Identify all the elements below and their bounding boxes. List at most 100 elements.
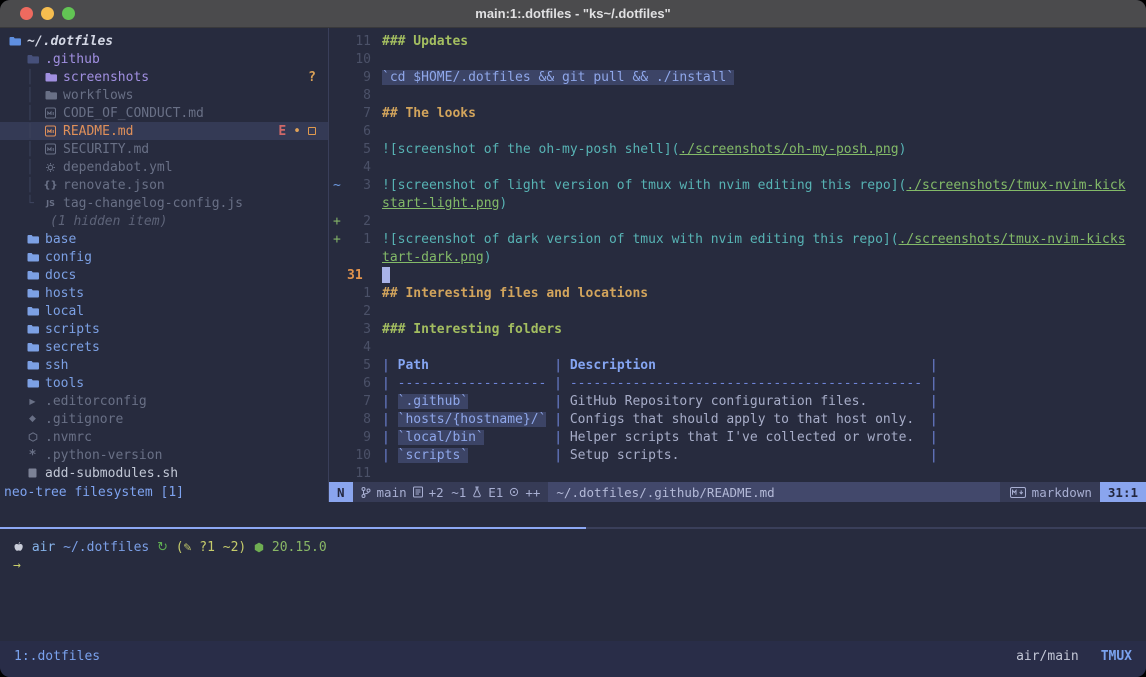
editor-buffer[interactable]: 11### Updates109`cd $HOME/.dotfiles && g… <box>329 28 1146 482</box>
tree-item-.editorconfig[interactable]: ▶.editorconfig <box>0 392 328 410</box>
folder-icon <box>44 90 57 100</box>
tree-item-label: README.md <box>63 124 133 139</box>
prompt-cwd: ~/.dotfiles <box>63 540 157 555</box>
filetype-label: markdown <box>1032 485 1092 500</box>
editor-line[interactable]: 5![screenshot of the oh-my-posh shell](.… <box>329 140 1146 158</box>
editor-line[interactable]: 9| `local/bin` | Helper scripts that I'v… <box>329 428 1146 446</box>
gutter-sign: ~ <box>329 178 345 193</box>
editor-line[interactable]: 3### Interesting folders <box>329 320 1146 338</box>
line-number: 3 <box>345 322 371 337</box>
folder-icon <box>26 252 39 262</box>
git-untracked-icon: ? <box>308 70 316 85</box>
tree-item-secrets[interactable]: secrets <box>0 338 328 356</box>
tree-item-.python-version[interactable]: *.python-version <box>0 446 328 464</box>
tree-item-ssh[interactable]: ssh <box>0 356 328 374</box>
git-refresh-icon: ↻ <box>157 540 168 555</box>
line-text: ## The looks <box>382 106 476 121</box>
indent-guide: │ <box>26 178 44 193</box>
tree-item-hosts[interactable]: hosts <box>0 284 328 302</box>
shell-pane[interactable]: air ~/.dotfiles ↻ (✎ ?1 ~2) 20.15.0 → <box>0 529 1146 641</box>
editor-line[interactable]: +2 <box>329 212 1146 230</box>
line-number: 2 <box>345 304 371 319</box>
tree-item-label: scripts <box>45 322 100 337</box>
line-text: ![screenshot of the oh-my-posh shell](./… <box>382 142 906 157</box>
tree-item-workflows[interactable]: │workflows <box>0 86 328 104</box>
tree-item-screenshots[interactable]: │screenshots? <box>0 68 328 86</box>
editor-line[interactable]: 4 <box>329 158 1146 176</box>
node-version: 20.15.0 <box>264 540 327 555</box>
editor-line[interactable]: 11 <box>329 464 1146 482</box>
title-bar[interactable]: main:1:.dotfiles - "ks~/.dotfiles" <box>0 0 1146 28</box>
tree-item-dependabot.yml[interactable]: │dependabot.yml <box>0 158 328 176</box>
editor-line[interactable]: 7 ## The looks <box>329 104 1146 122</box>
file-tree[interactable]: ~/.dotfiles.github│screenshots?│workflow… <box>0 28 328 482</box>
line-text: | ------------------- | ----------------… <box>382 376 938 391</box>
line-number: 4 <box>345 160 371 175</box>
tree-item-tag-changelog-config.js[interactable]: └JStag-changelog-config.js <box>0 194 328 212</box>
editor-line[interactable]: 5| Path | Description | <box>329 356 1146 374</box>
tree-item-config[interactable]: config <box>0 248 328 266</box>
tree-item-base[interactable]: base <box>0 230 328 248</box>
tree-item-label: (1 hidden item) <box>50 214 167 229</box>
line-text: start-light.png) <box>382 196 507 211</box>
line-number: 10 <box>345 448 371 463</box>
line-number: 7 <box>345 106 371 121</box>
folder-icon <box>44 72 57 82</box>
editor-line[interactable]: 31 <box>329 266 1146 284</box>
tree-item-label: .gitignore <box>45 412 123 427</box>
line-number: 4 <box>345 340 371 355</box>
tree-item-docs[interactable]: docs <box>0 266 328 284</box>
tree-item-.nvmrc[interactable]: .nvmrc <box>0 428 328 446</box>
tree-item-readme.md[interactable]: │README.mdE• <box>0 122 328 140</box>
editor-line[interactable]: 9`cd $HOME/.dotfiles && git pull && ./in… <box>329 68 1146 86</box>
neo-tree-status: neo-tree filesystem [1] <box>0 482 328 502</box>
line-number: 8 <box>345 88 371 103</box>
editor-line[interactable]: 8| `hosts/{hostname}/` | Configs that sh… <box>329 410 1146 428</box>
circle-dot-icon <box>509 487 519 497</box>
tree-item--.dotfiles[interactable]: ~/.dotfiles <box>0 32 328 50</box>
md-icon <box>44 107 57 119</box>
tmux-window-tab[interactable]: 1:.dotfiles <box>14 649 100 664</box>
editor-line[interactable]: 4 <box>329 338 1146 356</box>
editor-line[interactable]: 7| `.github` | GitHub Repository configu… <box>329 392 1146 410</box>
line-text: ## Interesting files and locations <box>382 286 648 301</box>
tri-icon: ▶ <box>26 397 39 406</box>
editor-line[interactable]: 11### Updates <box>329 32 1146 50</box>
editor-line[interactable]: 1## Interesting files and locations <box>329 284 1146 302</box>
tree-item-label: SECURITY.md <box>63 142 149 157</box>
editor-line[interactable]: 6 <box>329 122 1146 140</box>
editor-line[interactable]: start-light.png) <box>329 194 1146 212</box>
command-line[interactable] <box>0 502 1146 527</box>
editor-line[interactable]: tart-dark.png) <box>329 248 1146 266</box>
tree-item-label: CODE_OF_CONDUCT.md <box>63 106 204 121</box>
flask-icon <box>472 486 482 498</box>
prompt-input-line[interactable]: → <box>13 556 1146 574</box>
tree-item-.github[interactable]: .github <box>0 50 328 68</box>
tree-item-security.md[interactable]: │SECURITY.md <box>0 140 328 158</box>
branch-name: main <box>377 485 407 500</box>
tree-item-tools[interactable]: tools <box>0 374 328 392</box>
editor-line[interactable]: 6| ------------------- | ---------------… <box>329 374 1146 392</box>
editor-line[interactable]: 10| `scripts` | Setup scripts. | <box>329 446 1146 464</box>
tree-item-local[interactable]: local <box>0 302 328 320</box>
tree-item-add-submodules.sh[interactable]: add-submodules.sh <box>0 464 328 482</box>
tree-item-scripts[interactable]: scripts <box>0 320 328 338</box>
tree-item-.gitignore[interactable]: ◆.gitignore <box>0 410 328 428</box>
editor-line[interactable]: 2 <box>329 302 1146 320</box>
tree-item-renovate.json[interactable]: │{}renovate.json <box>0 176 328 194</box>
indent-guide: │ <box>26 88 44 103</box>
statusline: N main+2 ~1E1++ ~/.dotfiles/.github/READ… <box>329 482 1146 502</box>
prompt-host: air <box>24 540 63 555</box>
line-number: 8 <box>345 412 371 427</box>
line-number: 5 <box>345 358 371 373</box>
indent-guide: └ <box>26 196 44 211</box>
tree-item-code-of-conduct.md[interactable]: │CODE_OF_CONDUCT.md <box>0 104 328 122</box>
editor-line[interactable]: 8 <box>329 86 1146 104</box>
editor-line[interactable]: 10 <box>329 50 1146 68</box>
editor-line[interactable]: ~3![screenshot of light version of tmux … <box>329 176 1146 194</box>
editor-line[interactable]: +1![screenshot of dark version of tmux w… <box>329 230 1146 248</box>
folder-icon <box>26 324 39 334</box>
line-text: tart-dark.png) <box>382 250 492 265</box>
tree-item--1-hidden-item-[interactable]: (1 hidden item) <box>0 212 328 230</box>
js-icon: JS <box>44 199 57 208</box>
